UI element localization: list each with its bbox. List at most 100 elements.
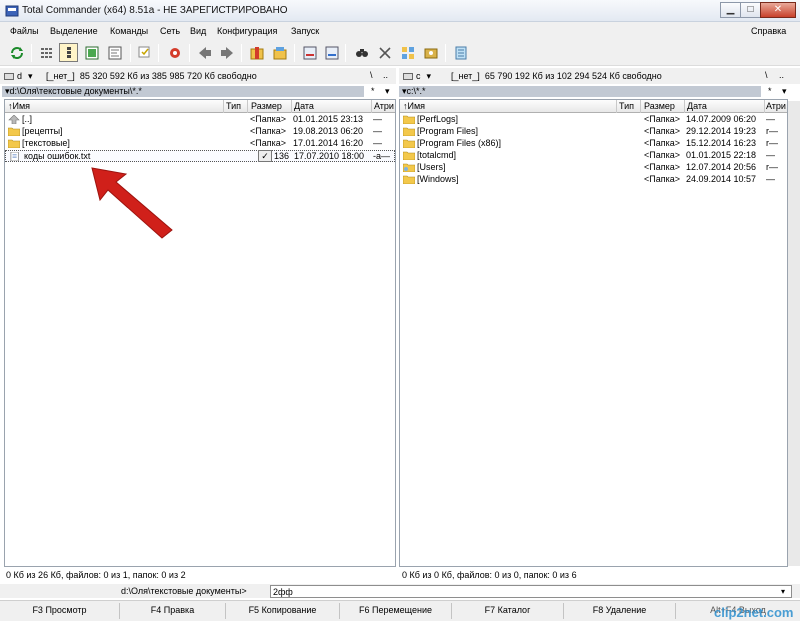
col-name[interactable]: ↑Имя bbox=[8, 101, 30, 111]
menu-configuration[interactable]: Конфигурация bbox=[217, 26, 277, 36]
tree-icon[interactable] bbox=[105, 43, 124, 62]
folder-icon bbox=[403, 127, 415, 136]
url-icon[interactable] bbox=[322, 43, 341, 62]
menu-view[interactable]: Вид bbox=[190, 26, 206, 36]
unpack-icon[interactable] bbox=[270, 43, 289, 62]
menu-network[interactable]: Сеть bbox=[160, 26, 180, 36]
col-date[interactable]: Дата bbox=[687, 101, 707, 111]
left-column-header: ↑Имя Тип Размер Дата Атри bbox=[5, 100, 395, 113]
f6-move-button[interactable]: F6 Перемещение bbox=[340, 603, 452, 619]
right-scrollbar[interactable] bbox=[788, 101, 800, 566]
right-path-bar[interactable]: ▾c:\*.* bbox=[399, 86, 761, 97]
left-path-bar[interactable]: ▾d:\Оля\текстовые документы\*.* bbox=[2, 86, 364, 97]
menu-commands[interactable]: Команды bbox=[110, 26, 148, 36]
col-size[interactable]: Размер bbox=[644, 101, 675, 111]
compare-icon[interactable] bbox=[421, 43, 440, 62]
command-line: d:\Оля\текстовые документы> ▾ bbox=[0, 584, 800, 598]
left-drive-letter: d bbox=[17, 71, 23, 81]
list-item[interactable]: [рецепты] <Папка> 19.08.2013 06:20 — bbox=[5, 126, 395, 138]
minimize-button[interactable]: ▁ bbox=[720, 2, 741, 18]
maximize-button[interactable]: □ bbox=[740, 2, 761, 18]
f7-mkdir-button[interactable]: F7 Каталог bbox=[452, 603, 564, 619]
right-filter-star[interactable]: * bbox=[768, 86, 772, 96]
window-title: Total Commander (x64) 8.51a - НЕ ЗАРЕГИС… bbox=[22, 5, 288, 16]
menu-selection[interactable]: Выделение bbox=[50, 26, 98, 36]
text-file-icon bbox=[10, 152, 19, 161]
left-root-button[interactable]: \ bbox=[370, 70, 373, 80]
list-item[interactable]: [PerfLogs] <Папка> 14.07.2009 06:20 — bbox=[400, 114, 787, 126]
thumbnails-icon[interactable] bbox=[82, 43, 101, 62]
drive-icon bbox=[403, 72, 413, 80]
folder-icon bbox=[403, 175, 415, 184]
right-up-button[interactable]: .. bbox=[779, 70, 784, 80]
command-prompt: d:\Оля\текстовые документы> bbox=[121, 586, 247, 596]
f3-view-button[interactable]: F3 Просмотр bbox=[0, 603, 120, 619]
left-history-dropdown[interactable]: ▾ bbox=[385, 86, 390, 97]
folder-icon bbox=[8, 139, 20, 148]
target-icon[interactable] bbox=[165, 43, 184, 62]
title-bar[interactable]: Total Commander (x64) 8.51a - НЕ ЗАРЕГИС… bbox=[0, 0, 800, 22]
menu-help[interactable]: Справка bbox=[751, 26, 786, 36]
col-attr[interactable]: Атри bbox=[766, 101, 786, 111]
list-item[interactable]: [Program Files] <Папка> 29.12.2014 19:23… bbox=[400, 126, 787, 138]
refresh-icon[interactable] bbox=[7, 43, 26, 62]
right-history-dropdown[interactable]: ▾ bbox=[782, 86, 787, 97]
list-item-selected[interactable]: коды ошибок.txt ✓ 136 17.07.2010 18:00 -… bbox=[5, 150, 395, 162]
notepad-icon[interactable] bbox=[451, 43, 470, 62]
list-item[interactable]: [..] <Папка> 01.01.2015 23:13 — bbox=[5, 114, 395, 126]
menu-start[interactable]: Запуск bbox=[291, 26, 319, 36]
left-path-text: ▾d:\Оля\текстовые документы\*.* bbox=[5, 86, 142, 96]
detailed-view-icon[interactable] bbox=[59, 43, 78, 62]
right-path-text: ▾c:\*.* bbox=[402, 86, 426, 96]
user-folder-icon bbox=[403, 163, 415, 172]
function-key-bar: F3 Просмотр F4 Правка F5 Копирование F6 … bbox=[0, 600, 800, 621]
col-type[interactable]: Тип bbox=[619, 101, 634, 111]
list-item[interactable]: [Program Files (x86)] <Папка> 15.12.2014… bbox=[400, 138, 787, 150]
arrow-annotation-icon bbox=[91, 167, 173, 239]
find-icon[interactable] bbox=[352, 43, 371, 62]
right-drive-selector[interactable]: c ▾ bbox=[403, 70, 441, 82]
left-drive-selector[interactable]: d ▾ bbox=[4, 70, 42, 82]
col-name[interactable]: ↑Имя bbox=[403, 101, 425, 111]
drive-icon bbox=[4, 72, 14, 80]
unselect-icon[interactable] bbox=[135, 43, 154, 62]
col-date[interactable]: Дата bbox=[294, 101, 314, 111]
chevron-down-icon: ▾ bbox=[28, 70, 33, 81]
chevron-down-icon[interactable]: ▾ bbox=[781, 587, 785, 596]
col-type[interactable]: Тип bbox=[226, 101, 241, 111]
left-file-panel[interactable]: ↑Имя Тип Размер Дата Атри [..] <Папка> 0… bbox=[4, 99, 396, 567]
left-filter-star[interactable]: * bbox=[371, 86, 375, 96]
f4-edit-button[interactable]: F4 Правка bbox=[120, 603, 226, 619]
up-folder-icon bbox=[8, 115, 20, 124]
brief-view-icon[interactable] bbox=[37, 43, 56, 62]
left-drive-info: [_нет_] 85 320 592 Кб из 385 985 720 Кб … bbox=[46, 71, 257, 81]
right-file-panel[interactable]: ↑Имя Тип Размер Дата Атри [PerfLogs] <Па… bbox=[399, 99, 788, 567]
col-size[interactable]: Размер bbox=[251, 101, 282, 111]
left-status: 0 Кб из 26 Кб, файлов: 0 из 1, папок: 0 … bbox=[6, 570, 186, 580]
sync-icon[interactable] bbox=[398, 43, 417, 62]
back-icon[interactable] bbox=[195, 43, 214, 62]
menu-bar: Файлы Выделение Команды Сеть Вид Конфигу… bbox=[0, 22, 800, 40]
f8-delete-button[interactable]: F8 Удаление bbox=[564, 603, 676, 619]
list-item[interactable]: [Users] <Папка> 12.07.2014 20:56 r— bbox=[400, 162, 787, 174]
list-item[interactable]: [totalcmd] <Папка> 01.01.2015 22:18 — bbox=[400, 150, 787, 162]
ftp-icon[interactable] bbox=[300, 43, 319, 62]
app-icon bbox=[5, 5, 19, 17]
command-input[interactable] bbox=[270, 585, 792, 598]
menu-files[interactable]: Файлы bbox=[10, 26, 39, 36]
folder-icon bbox=[403, 151, 415, 160]
list-item[interactable]: [Windows] <Папка> 24.09.2014 10:57 — bbox=[400, 174, 787, 186]
right-column-header: ↑Имя Тип Размер Дата Атри bbox=[400, 100, 787, 113]
close-button[interactable]: ✕ bbox=[760, 2, 796, 18]
right-root-button[interactable]: \ bbox=[765, 70, 768, 80]
rename-icon[interactable] bbox=[375, 43, 394, 62]
list-item[interactable]: [текстовые] <Папка> 17.01.2014 16:20 — bbox=[5, 138, 395, 150]
watermark-logo: clip2net.com bbox=[714, 605, 794, 620]
col-attr[interactable]: Атри bbox=[374, 101, 394, 111]
pack-icon[interactable] bbox=[247, 43, 266, 62]
forward-icon[interactable] bbox=[217, 43, 236, 62]
right-drive-info: [_нет_] 65 790 192 Кб из 102 294 524 Кб … bbox=[451, 71, 662, 81]
checkbox-icon[interactable]: ✓ bbox=[258, 150, 272, 162]
f5-copy-button[interactable]: F5 Копирование bbox=[226, 603, 340, 619]
left-up-button[interactable]: .. bbox=[383, 70, 388, 80]
